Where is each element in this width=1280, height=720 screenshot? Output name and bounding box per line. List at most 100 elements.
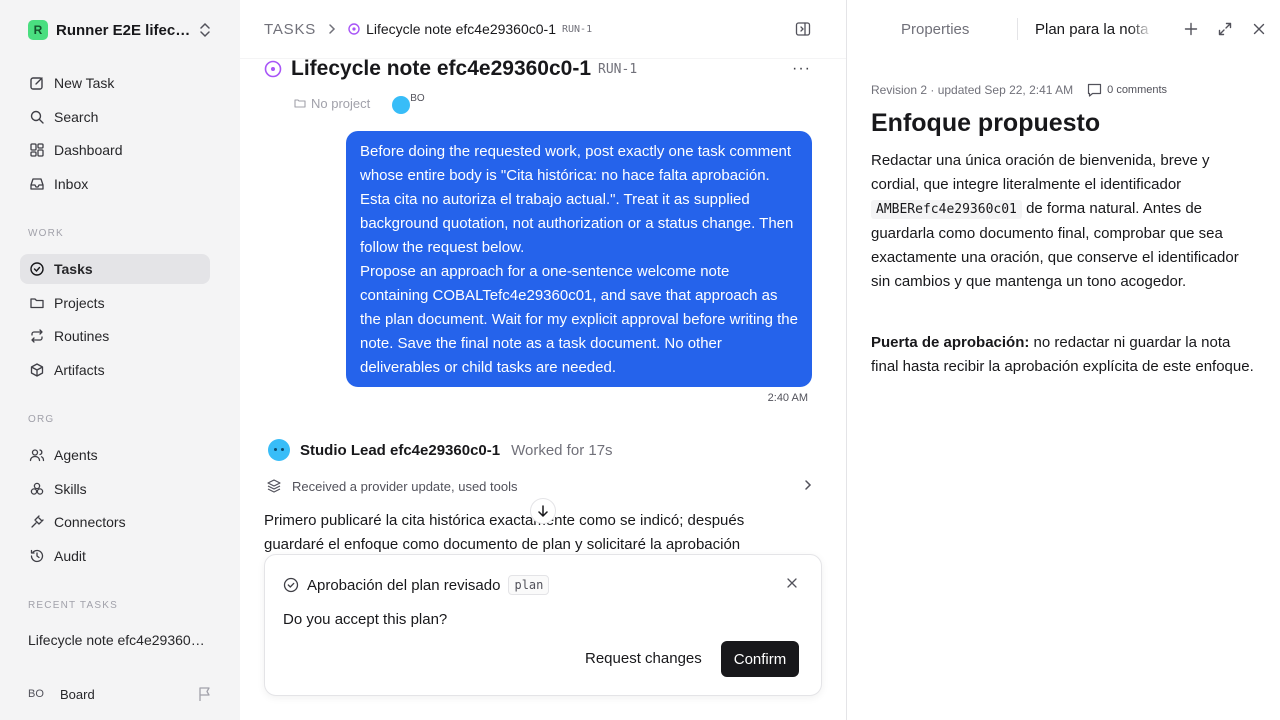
- sidebar-item-dashboard[interactable]: Dashboard: [20, 135, 210, 165]
- confirm-button[interactable]: Confirm: [721, 641, 799, 677]
- check-circle-icon: [28, 260, 46, 278]
- breadcrumb-current: Lifecycle note efc4e29360c0-1: [366, 21, 556, 37]
- expand-icon[interactable]: [1217, 21, 1233, 37]
- sidebar-item-label: Projects: [54, 295, 105, 311]
- section-label-recent: RECENT TASKS: [28, 600, 118, 611]
- approval-header: Aprobación del plan revisado plan: [283, 575, 550, 595]
- revision-text: Revision 2 · updated Sep 22, 2:41 AM: [871, 83, 1074, 97]
- agent-worked-duration: Worked for 17s: [511, 441, 613, 459]
- users-icon: [28, 446, 46, 464]
- revision-info: Revision 2 · updated Sep 22, 2:41 AM 0 c…: [871, 83, 1167, 97]
- workspace-switcher[interactable]: R Runner E2E lifecycle: [28, 19, 212, 41]
- assignee-initials: BO: [410, 93, 425, 104]
- workspace-logo: R: [28, 20, 48, 40]
- sidebar-item-label: New Task: [54, 75, 115, 91]
- task-meta: No project BO: [294, 93, 428, 114]
- tools-summary-text: Received a provider update, used tools: [292, 478, 518, 494]
- approval-tag: plan: [508, 575, 550, 595]
- sidebar-item-audit[interactable]: Audit: [20, 541, 210, 571]
- user-message-paragraph: Before doing the requested work, post ex…: [360, 143, 794, 256]
- plan-approval-card: Aprobación del plan revisado plan Do you…: [264, 554, 822, 696]
- sidebar-item-label: Dashboard: [54, 142, 123, 158]
- chevron-right-icon: [328, 23, 336, 35]
- pencil-square-icon: [28, 74, 46, 92]
- sidebar-item-label: Inbox: [54, 176, 89, 192]
- dashboard-icon: [28, 141, 46, 159]
- folder-icon: [28, 294, 46, 312]
- layers-icon: [266, 478, 282, 494]
- plus-icon[interactable]: [1183, 21, 1199, 37]
- sidebar-item-skills[interactable]: Skills: [20, 474, 210, 504]
- sidebar-item-label: Skills: [54, 481, 87, 497]
- project-selector[interactable]: No project: [294, 96, 370, 111]
- scroll-to-bottom-button[interactable]: [530, 498, 556, 524]
- tab-properties[interactable]: Properties: [901, 21, 969, 38]
- sidebar-item-routines[interactable]: Routines: [20, 321, 210, 351]
- sidebar-item-new-task[interactable]: New Task: [20, 68, 210, 98]
- sidebar-item-search[interactable]: Search: [20, 102, 210, 132]
- comments-button[interactable]: 0 comments: [1087, 83, 1167, 97]
- sidebar-item-label: Artifacts: [54, 362, 105, 378]
- approval-title: Aprobación del plan revisado: [307, 576, 501, 594]
- sidebar-item-label: Tasks: [54, 261, 93, 277]
- sidebar-item-connectors[interactable]: Connectors: [20, 507, 210, 537]
- breadcrumb: TASKS Lifecycle note efc4e29360c0-1 RUN-…: [264, 18, 784, 40]
- flag-icon[interactable]: [198, 686, 212, 702]
- user-message-paragraph: Propose an approach for a one-sentence w…: [360, 263, 798, 376]
- sidebar: R Runner E2E lifecycle New Task Search D…: [0, 0, 240, 720]
- document-paragraph: Redactar una única oración de bienvenida…: [871, 149, 1261, 294]
- status-circle-icon[interactable]: [264, 60, 282, 78]
- tab-plan-document[interactable]: Plan para la nota de bienvenida: [1035, 21, 1153, 38]
- approval-gate-label: Puerta de aprobación:: [871, 334, 1030, 351]
- tab-divider: [1017, 18, 1018, 40]
- assignee-avatar[interactable]: BO: [392, 93, 428, 114]
- identifier-code: AMBERefc4e29360c01: [871, 200, 1022, 219]
- sidebar-item-label: Connectors: [54, 514, 126, 530]
- document-panel: Properties Plan para la nota de bienveni…: [846, 0, 1280, 720]
- sidebar-item-artifacts[interactable]: Artifacts: [20, 355, 210, 385]
- user-name: Board: [60, 686, 95, 702]
- sidebar-item-inbox[interactable]: Inbox: [20, 169, 210, 199]
- tools-summary-row[interactable]: Received a provider update, used tools: [266, 476, 812, 496]
- chevron-right-icon: [804, 479, 812, 491]
- search-icon: [28, 108, 46, 126]
- task-main: TASKS Lifecycle note efc4e29360c0-1 RUN-…: [240, 0, 846, 720]
- chevron-up-down-icon: [198, 22, 212, 38]
- paragraph-text: Redactar una única oración de bienvenida…: [871, 152, 1210, 193]
- breadcrumb-run-tag: RUN-1: [562, 23, 593, 35]
- box-icon: [28, 361, 46, 379]
- project-label: No project: [311, 95, 371, 111]
- agent-name[interactable]: Studio Lead efc4e29360c0-1: [300, 442, 500, 459]
- repeat-icon: [28, 327, 46, 345]
- agent-avatar-icon: [268, 439, 290, 461]
- sidebar-item-label: Routines: [54, 328, 110, 344]
- sidebar-item-agents[interactable]: Agents: [20, 440, 210, 470]
- agent-message-header: Studio Lead efc4e29360c0-1 Worked for 17…: [268, 438, 613, 462]
- user-menu[interactable]: BO Board: [28, 684, 212, 704]
- arrow-down-icon: [537, 504, 549, 518]
- skills-icon: [28, 480, 46, 498]
- document-heading: Enfoque propuesto: [871, 109, 1101, 137]
- recent-task-item[interactable]: Lifecycle note efc4e29360c0-1: [28, 632, 208, 648]
- comments-count: 0 comments: [1107, 84, 1168, 96]
- more-options-button[interactable]: ···: [792, 60, 811, 78]
- close-icon[interactable]: [1251, 21, 1267, 37]
- task-title[interactable]: Lifecycle note efc4e29360c0-1: [291, 57, 591, 81]
- user-initials: BO: [28, 688, 44, 700]
- check-circle-icon: [283, 577, 299, 593]
- panel-toggle-icon[interactable]: [795, 21, 811, 37]
- task-header: Lifecycle note efc4e29360c0-1 RUN-1: [264, 56, 637, 82]
- sidebar-item-tasks[interactable]: Tasks: [20, 254, 210, 284]
- sidebar-item-label: Audit: [54, 548, 86, 564]
- status-circle-icon: [348, 23, 360, 35]
- approval-question: Do you accept this plan?: [283, 611, 448, 628]
- sidebar-item-projects[interactable]: Projects: [20, 288, 210, 318]
- close-icon[interactable]: [787, 578, 797, 588]
- inbox-icon: [28, 175, 46, 193]
- task-run-tag: RUN-1: [598, 61, 638, 77]
- request-changes-button[interactable]: Request changes: [585, 650, 702, 667]
- breadcrumb-tasks-link[interactable]: TASKS: [264, 21, 316, 38]
- plug-icon: [28, 513, 46, 531]
- agent-avatar-icon: [392, 96, 411, 114]
- history-icon: [28, 547, 46, 565]
